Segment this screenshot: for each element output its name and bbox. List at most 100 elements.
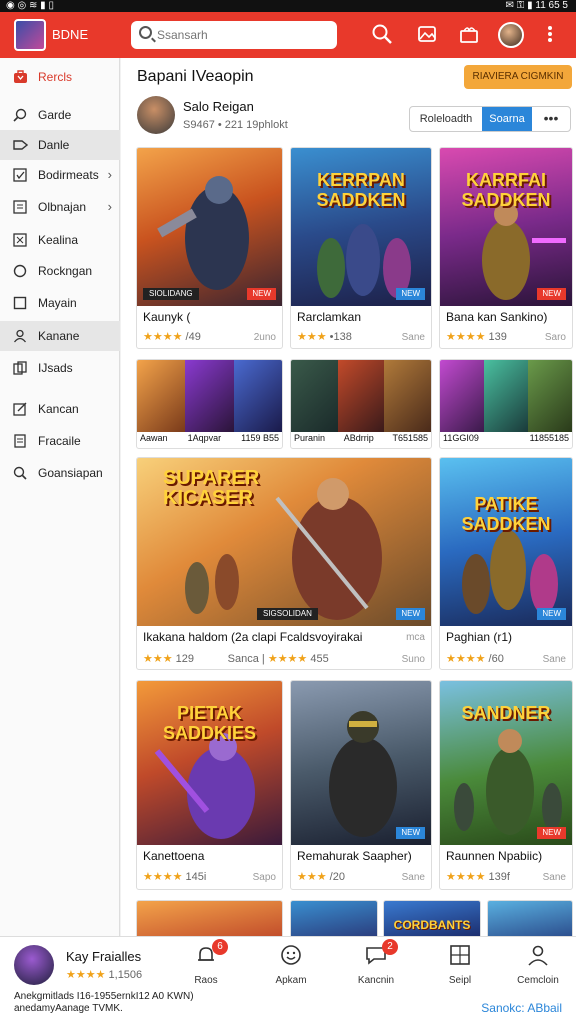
sidebar-item-ijsads[interactable]: IJsads (0, 353, 120, 383)
sidebar-item-fracaile[interactable]: Fracaile (0, 426, 120, 456)
game-art (291, 681, 431, 845)
rating-value: 139 (488, 331, 507, 343)
sidebar-item-danle[interactable]: Danle (0, 130, 120, 160)
game-card[interactable]: SIOLIDANG NEW Kaunyk ( ★★★★ /49 2uno (136, 147, 283, 349)
game-card[interactable]: KARRFAI SADDKEN NEW Bana kan Sankino) ★★… (439, 147, 573, 349)
game-art: PATIKE SADDKEN (440, 458, 572, 626)
sidebar-item-kealina[interactable]: Kealina (0, 225, 120, 255)
segmented-control: Roleloadth Soarna ••• (409, 106, 571, 132)
game-name: Kanettoena (143, 849, 205, 863)
segment-left[interactable]: Roleloadth (410, 107, 482, 131)
sidebar-item-label: Rercls (38, 70, 73, 84)
sidebar-item-label: Kanane (38, 329, 80, 343)
game-art-title: KERRPAN SADDKEN (316, 170, 406, 210)
item-labels: Aawan 1Aqpvar 1159 B55 (137, 433, 282, 447)
sidebar-item-rockngan[interactable]: Rockngan (0, 256, 120, 286)
search-box[interactable] (131, 21, 337, 49)
new-badge: NEW (537, 288, 566, 300)
footer-line: Anekgmitlads I16-1955ernkI12 A0 KWN) (14, 991, 194, 1002)
sidebar-item-rercls[interactable]: Rercls (0, 62, 120, 92)
star-icon: ★★★★ (446, 331, 486, 343)
person-icon (526, 943, 550, 967)
game-card[interactable] (290, 900, 378, 940)
user-avatar[interactable] (137, 96, 175, 134)
app-logo[interactable] (14, 19, 46, 51)
nav-label: Kancnin (357, 975, 395, 986)
sidebar-item-label: Danle (38, 138, 70, 152)
bottom-bar: Kay Fraialles ★★★★ 1,1506 6 Raos Apkam 2… (0, 936, 576, 1024)
primary-action-button[interactable]: RIAVIERA CIGMKIN (464, 65, 572, 89)
nav-apkam[interactable]: Apkam (261, 943, 321, 989)
sidebar-item-label: Garde (38, 108, 72, 122)
game-card[interactable]: NEW Remahurak Saapher) ★★★ /20 Sane (290, 680, 432, 890)
circle-icon (13, 264, 28, 278)
sidebar-item-kanane[interactable]: Kanane (0, 321, 120, 351)
nav-label: Seipl (448, 975, 472, 986)
game-card[interactable]: PIETAK SADDKIES Kanettoena ★★★★ 145i Sap… (136, 680, 283, 890)
search-icon (13, 466, 28, 480)
game-meta: Sane (401, 872, 425, 883)
sidebar-item-goansiapan[interactable]: Goansiapan (0, 458, 120, 488)
sidebar-item-label: Rockngan (38, 264, 93, 278)
item-label: 1Aqpvar (187, 433, 222, 443)
game-card[interactable]: CORDBANTS (383, 900, 481, 940)
status-bar: ◉ ◎ ≋ ▮ ▯ ✉ ⚿ ▮ 11 65 5 (0, 0, 576, 12)
top-bar: BDNE (0, 12, 576, 58)
nav-cemcloin[interactable]: Cemcloin (508, 943, 568, 989)
sidebar-item-garde[interactable]: Garde (0, 100, 120, 130)
footer-text: Anekgmitlads I16-1955ernkI12 A0 KWN) ane… (14, 991, 194, 1015)
new-badge: NEW (537, 608, 566, 620)
item-label: 11855185 (529, 433, 569, 443)
avatar[interactable] (498, 22, 524, 48)
nav-kancnin[interactable]: 2 Kancnin (346, 939, 406, 989)
profile-avatar[interactable] (14, 945, 54, 985)
sidebar-item-bodirmeats[interactable]: Bodirmeats › (0, 160, 120, 190)
footer-link[interactable]: Sanokc: ABbail (481, 1001, 562, 1015)
more-icon[interactable] (538, 23, 562, 47)
sidebar-item-olbnajan[interactable]: Olbnajan › (0, 192, 120, 222)
game-rating: ★★★★ 139 (446, 330, 507, 343)
game-card[interactable]: PATIKE SADDKEN NEW Paghian (r1) ★★★★ /60… (439, 457, 573, 670)
star-icon: ★★★ (297, 871, 327, 883)
sidebar-item-label: Mayain (38, 296, 77, 310)
game-card[interactable]: SANDNER NEW Raunnen Npabiic) ★★★★ 139f S… (439, 680, 573, 890)
game-rating: ★★★ 129 Sanca | ★★★★ 455 (143, 653, 329, 665)
nav-seipl[interactable]: Seipl (430, 943, 490, 989)
status-left: ◉ ◎ ≋ ▮ ▯ (6, 0, 54, 11)
search-input[interactable] (157, 26, 327, 44)
item-strip[interactable]: Aawan 1Aqpvar 1159 B55 (136, 359, 283, 449)
game-art-title: PIETAK SADDKIES (162, 703, 256, 743)
status-right: ✉ ⚿ ▮ 11 65 5 (505, 0, 568, 11)
page-title: Bapani IVeaopin (137, 68, 254, 85)
rating-value: 455 (310, 653, 329, 665)
game-name: Paghian (r1) (446, 630, 513, 644)
notification-badge: 2 (382, 939, 398, 955)
rating-value: 139f (488, 871, 510, 883)
rating-value: /49 (185, 331, 201, 343)
search-icon (139, 26, 152, 39)
game-card[interactable] (136, 900, 283, 940)
sidebar-item-kancan[interactable]: Kancan (0, 394, 120, 424)
item-labels: 11GGI09 11855185 (440, 433, 572, 447)
sidebar-item-mayain[interactable]: Mayain (0, 288, 120, 318)
profile-name: Kay Fraialles (66, 949, 142, 964)
item-strip[interactable]: 11GGI09 11855185 (439, 359, 573, 449)
game-card[interactable] (487, 900, 573, 940)
nav-raos[interactable]: 6 Raos (176, 939, 236, 989)
main-content: Bapani IVeaopin RIAVIERA CIGMKIN Salo Re… (121, 58, 576, 940)
game-art (137, 148, 282, 306)
more-icon[interactable]: ••• (532, 107, 570, 131)
game-meta: Sanca (227, 653, 259, 665)
featured-game-card[interactable]: SUPARER KICASER SIGSOLIDAN NEW Ikakana h… (136, 457, 432, 670)
search-icon[interactable] (370, 23, 394, 47)
image-icon[interactable] (415, 23, 439, 47)
item-strip[interactable]: Puranin ABdrrip T651585 (290, 359, 432, 449)
game-art-title: KARRFAI SADDKEN (461, 170, 551, 210)
game-rating: ★★★ •138 (297, 330, 352, 343)
star-icon: ★★★ (297, 331, 327, 343)
game-card[interactable]: KERRPAN SADDKEN NEW Rarclamkan ★★★ •138 … (290, 147, 432, 349)
gift-icon[interactable] (457, 23, 481, 47)
segment-right[interactable]: Soarna (482, 107, 532, 131)
rating-value: •138 (329, 331, 352, 343)
star-icon: ★★★★ (446, 871, 486, 883)
